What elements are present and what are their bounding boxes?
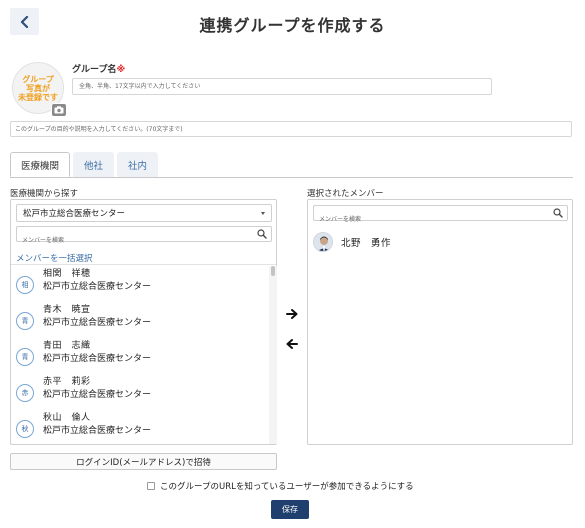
arrow-right-icon (286, 309, 298, 319)
member-organization: 松戸市立総合医療センター (43, 354, 152, 364)
tab-divider (10, 177, 573, 178)
member-list-scrollbar[interactable] (269, 266, 277, 444)
member-initial-badge: 秋 (16, 420, 34, 438)
page-title: 連携グループを作成する (199, 16, 386, 35)
scrollbar-thumb[interactable] (271, 266, 275, 276)
selected-member-item[interactable]: 北野 勇作 (313, 230, 391, 254)
tab-medical-institutions[interactable]: 医療機関 (10, 152, 71, 177)
member-photo (313, 232, 333, 252)
member-info: 相関 祥穂 松戸市立総合医療センター (43, 268, 151, 294)
group-photo-placeholder-text: グループ 写真が 未登録です (18, 74, 58, 102)
selected-member-panel: 北野 勇作 (307, 199, 573, 445)
member-name: 青木 暁宣 (43, 305, 91, 315)
member-list-item[interactable]: 青 青木 暁宣 松戸市立総合医療センター (11, 302, 269, 338)
list-divider (11, 264, 276, 265)
member-list-item[interactable]: 赤 赤平 莉彩 松戸市立総合医療センター (11, 374, 269, 410)
institution-select[interactable]: 松戸市立総合医療センター (16, 204, 272, 222)
member-info: 赤平 莉彩 松戸市立総合医療センター (43, 376, 151, 402)
group-name-label-text: グループ名 (72, 65, 117, 75)
selected-member-name: 北野 勇作 (341, 238, 392, 249)
member-info: 秋山 倫人 松戸市立総合医療センター (43, 412, 151, 438)
group-photo[interactable]: グループ 写真が 未登録です (12, 62, 67, 117)
member-list-item[interactable]: 秋 秋山 倫人 松戸市立総合医療センター (11, 410, 269, 444)
member-name: 相関 祥穂 (43, 269, 91, 279)
url-join-checkbox[interactable] (147, 482, 155, 490)
tab-other-companies[interactable]: 他社 (73, 152, 115, 177)
arrow-left-icon (286, 339, 298, 349)
selected-member-search[interactable] (313, 205, 568, 227)
url-join-checkbox-label: このグループのURLを知っているユーザーが参加できるようにする (160, 482, 414, 492)
search-icon[interactable] (553, 208, 563, 218)
group-name-label: グループ名※ (72, 62, 125, 75)
group-name-input[interactable] (72, 78, 492, 95)
required-mark: ※ (116, 65, 126, 75)
camera-icon[interactable] (51, 103, 67, 117)
member-organization: 松戸市立総合医療センター (43, 318, 152, 328)
search-icon[interactable] (257, 229, 267, 239)
add-member-button[interactable] (285, 307, 299, 321)
member-list-item[interactable]: 相 相関 祥穂 松戸市立総合医療センター (11, 266, 269, 302)
member-search-input[interactable] (17, 233, 253, 248)
member-name: 赤平 莉彩 (43, 377, 91, 387)
member-initial-badge: 青 (16, 312, 34, 330)
invite-by-login-id-button[interactable]: ログインID(メールアドレス)で招待 (10, 453, 277, 470)
member-organization: 松戸市立総合医療センター (43, 426, 152, 436)
caret-down-icon (261, 211, 265, 215)
right-panel-label: 選択されたメンバー (307, 189, 384, 199)
select-all-members-link[interactable]: メンバーを一括選択 (16, 252, 93, 264)
url-join-option[interactable]: このグループのURLを知っているユーザーが参加できるようにする (147, 480, 414, 492)
member-info: 青田 志織 松戸市立総合医療センター (43, 340, 151, 366)
selected-member-search-input[interactable] (314, 212, 549, 227)
tab-internal[interactable]: 社内 (117, 152, 159, 177)
group-description-input[interactable] (10, 121, 572, 137)
member-name: 秋山 倫人 (43, 413, 91, 423)
institution-select-value: 松戸市立総合医療センター (23, 209, 126, 219)
member-name: 青田 志織 (43, 341, 91, 351)
member-organization: 松戸市立総合医療センター (43, 282, 152, 292)
member-info: 青木 暁宣 松戸市立総合医療センター (43, 304, 151, 330)
left-panel-label: 医療機関から探す (10, 189, 79, 199)
tab-bar: 医療機関 他社 社内 (10, 152, 161, 177)
institution-member-panel: 松戸市立総合医療センター メンバーを一括選択 相 相関 祥穂 松戸市立総合医療セ… (10, 199, 277, 445)
member-initial-badge: 赤 (16, 384, 34, 402)
member-search[interactable] (16, 226, 272, 248)
member-initial-badge: 青 (16, 348, 34, 366)
remove-member-button[interactable] (285, 337, 299, 351)
save-button[interactable]: 保存 (271, 500, 309, 519)
member-list: 相 相関 祥穂 松戸市立総合医療センター 青 青木 暁宣 松戸市立総合医療センタ… (11, 266, 269, 444)
member-initial-badge: 相 (16, 276, 34, 294)
member-list-item[interactable]: 青 青田 志織 松戸市立総合医療センター (11, 338, 269, 374)
member-organization: 松戸市立総合医療センター (43, 390, 152, 400)
